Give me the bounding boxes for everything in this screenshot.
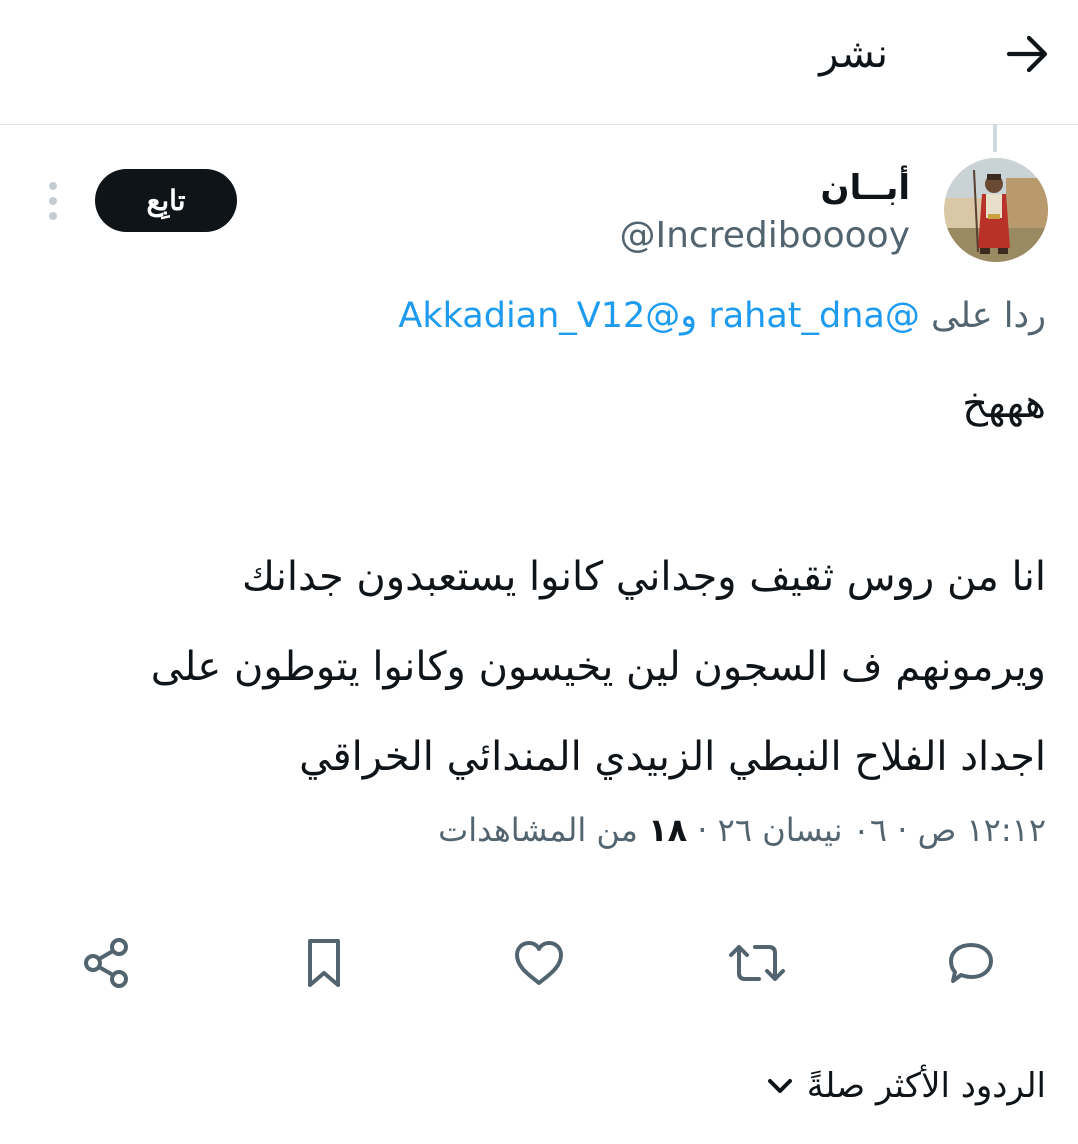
reply-button[interactable] <box>938 930 1004 996</box>
tweet-time[interactable]: ١٢:١٢ ص <box>918 811 1046 849</box>
mention-joiner: و <box>680 296 709 336</box>
follow-button[interactable]: تابِع <box>95 169 237 232</box>
page-title: نشر <box>819 31 888 77</box>
back-button[interactable] <box>1000 26 1056 82</box>
share-icon <box>84 938 128 988</box>
tweet-meta: ١٢:١٢ ص · ٠٦ نيسان ٢٦ · ١٨ من المشاهدات <box>438 806 1046 854</box>
replies-sort-dropdown[interactable]: الردود الأكثر صلةً <box>767 1060 1046 1112</box>
heart-icon <box>515 941 563 985</box>
more-dots-icon <box>49 182 57 190</box>
replies-sort-label: الردود الأكثر صلةً <box>806 1066 1046 1106</box>
views-label: من المشاهدات <box>438 811 638 849</box>
avatar[interactable] <box>944 158 1048 262</box>
chevron-down-icon <box>767 1077 793 1095</box>
like-button[interactable] <box>506 930 572 996</box>
mention-link[interactable]: @Akkadian_V12 <box>398 296 680 336</box>
replying-to-line: ردا على @rahat_dna و@Akkadian_V12 <box>398 290 1046 342</box>
avatar-image <box>944 158 1048 262</box>
share-button[interactable] <box>74 930 140 996</box>
more-dots-icon-dot <box>49 212 57 220</box>
author-handle[interactable]: @Incredibooooy <box>620 212 911 260</box>
meta-separator: · <box>697 811 708 849</box>
bookmark-button[interactable] <box>291 930 357 996</box>
top-bar: نشر <box>0 0 1078 125</box>
retweet-icon <box>729 945 785 981</box>
more-options-button[interactable] <box>36 176 70 226</box>
tweet-text-paragraph: انا من روس ثقيف وجداني كانوا يستعبدون جد… <box>150 554 1046 780</box>
thread-connector <box>993 124 997 152</box>
tweet-text: هههخ انا من روس ثقيف وجداني كانوا يستعبد… <box>86 372 1046 802</box>
meta-separator: · <box>897 811 908 849</box>
tweet-text-line: هههخ <box>962 381 1046 427</box>
author-display-name[interactable]: أبــان <box>821 166 910 210</box>
mention-link[interactable]: @rahat_dna <box>708 296 920 336</box>
views-count: ١٨ <box>648 811 688 849</box>
replying-to-label: ردا على <box>931 296 1046 336</box>
tweet-date[interactable]: ٠٦ نيسان ٢٦ <box>718 811 887 849</box>
retweet-button[interactable] <box>724 930 790 996</box>
reply-icon <box>949 943 993 983</box>
more-dots-icon-dot <box>49 197 57 205</box>
bookmark-icon <box>308 939 340 987</box>
arrow-right-icon <box>1006 35 1048 73</box>
